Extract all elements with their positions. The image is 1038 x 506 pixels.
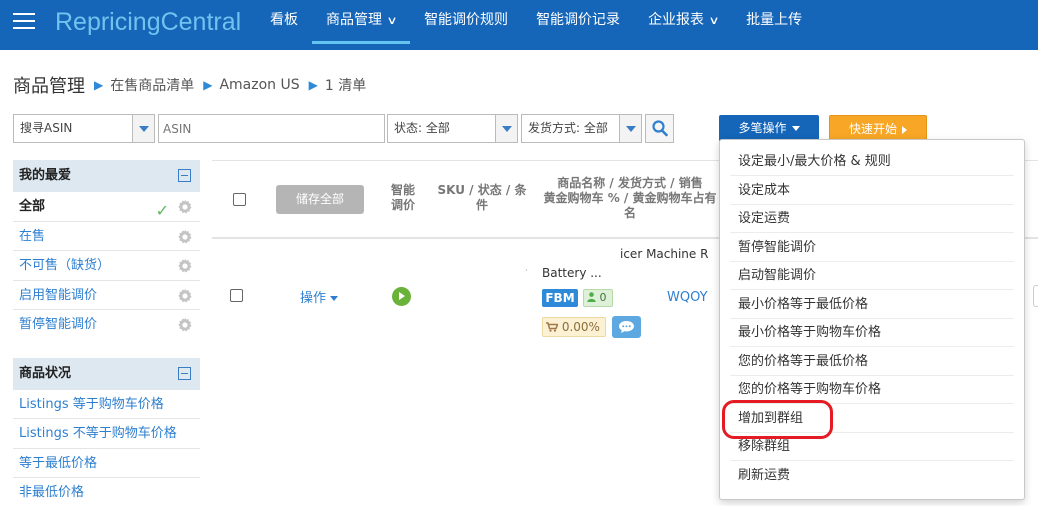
brand-logo[interactable]: RepricingCentral: [55, 8, 241, 37]
menu-item-start-repricing[interactable]: 启动智能调价: [720, 262, 1024, 290]
breadcrumb-item-count: 1 清单: [324, 78, 367, 94]
gear-icon[interactable]: [177, 199, 193, 215]
search-type-select[interactable]: 搜寻ASIN: [13, 114, 155, 143]
menu-item-price-eq-lowest[interactable]: 您的价格等于最低价格: [720, 348, 1024, 376]
message-button[interactable]: [612, 316, 641, 338]
select-all-checkbox[interactable]: [233, 193, 246, 206]
breadcrumb: 商品管理 ▶ 在售商品清单 ▶ Amazon US ▶ 1 清单: [13, 72, 366, 98]
main-nav: 看板 商品管理 ∨ 智能调价规则 智能调价记录 企业报表 ∨ 批量上传: [256, 0, 816, 50]
quick-start-button[interactable]: 快速开始: [829, 115, 927, 142]
shipping-value: 发货方式: 全部: [528, 121, 608, 135]
col-header-sku[interactable]: SKU / 状态 / 条 件: [436, 183, 528, 213]
col-header-product-name[interactable]: 商品名称 / 发货方式 / 销售 黄金购物车 % / 黄金购物车占有 名: [540, 176, 720, 221]
buybox-percentage: 0.00%: [561, 320, 600, 334]
sidebar-item-active[interactable]: 在售: [13, 222, 200, 251]
product-name[interactable]: icer Machine R: [620, 247, 708, 261]
chevron-right-icon: ▶: [308, 78, 318, 92]
sidebar-item-eq-lowest[interactable]: 等于最低价格: [13, 449, 200, 478]
bulk-actions-menu: 设定最小/最大价格 & 规则 设定成本 设定运费 暂停智能调价 启动智能调价 最…: [719, 139, 1025, 500]
chat-bubble-icon: [619, 321, 634, 333]
caret-down-icon: [330, 296, 339, 301]
nav-reports[interactable]: 企业报表 ∨: [634, 0, 732, 46]
row-actions-dropdown[interactable]: 操作: [300, 287, 339, 306]
sku-link[interactable]: WQOY: [667, 290, 708, 305]
sidebar-item-neq-buybox[interactable]: Listings 不等于购物车价格: [13, 419, 200, 449]
chevron-down-icon: ∨: [386, 14, 398, 27]
top-navbar: RepricingCentral 看板 商品管理 ∨ 智能调价规则 智能调价记录 …: [0, 0, 1038, 50]
col-header-smart-repricing[interactable]: 智能 调价: [386, 183, 420, 213]
gear-icon[interactable]: [177, 229, 193, 245]
collapse-icon[interactable]: [178, 366, 191, 380]
chevron-down-icon: ∨: [708, 14, 720, 27]
hamburger-menu-icon[interactable]: [13, 13, 35, 31]
menu-item-refresh-shipping[interactable]: 刷新运费: [720, 462, 1024, 490]
asin-search-input[interactable]: [158, 114, 385, 143]
dropdown-arrow-icon[interactable]: [619, 115, 641, 142]
page-title: 商品管理: [13, 76, 85, 97]
row-input-edge[interactable]: [1033, 285, 1038, 307]
nav-dashboard[interactable]: 看板: [256, 0, 312, 46]
row-checkbox[interactable]: [230, 289, 243, 302]
sidebar-item-not-lowest[interactable]: 非最低价格: [13, 478, 200, 506]
user-icon: [587, 292, 596, 302]
col-header-line: 黄金购物车 % / 黄金购物车占有: [543, 191, 717, 205]
nav-repricing-history[interactable]: 智能调价记录: [522, 0, 634, 46]
search-type-value: 搜寻ASIN: [20, 121, 73, 135]
sidebar-item-all[interactable]: 全部 ✓: [13, 192, 200, 222]
save-all-button[interactable]: 储存全部: [276, 185, 364, 214]
sidebar-item-repricing-paused[interactable]: 暂停智能调价: [13, 310, 200, 340]
breadcrumb-item-marketplace[interactable]: Amazon US: [219, 77, 299, 93]
col-header-line: 名: [623, 206, 636, 220]
seller-count-badge: 0: [583, 289, 613, 307]
status-select[interactable]: 状态: 全部: [387, 114, 518, 143]
sidebar-item-out-of-stock[interactable]: 不可售（缺货）: [13, 251, 200, 281]
menu-item-min-eq-lowest[interactable]: 最小价格等于最低价格: [720, 291, 1024, 319]
chevron-right-icon: ▶: [203, 78, 213, 92]
col-header-line: 商品名称 / 发货方式 / 销售: [557, 176, 703, 190]
sidebar-item-eq-buybox[interactable]: Listings 等于购物车价格: [13, 390, 200, 419]
search-icon: [652, 120, 668, 137]
gear-icon[interactable]: [177, 258, 193, 274]
sidebar-item-repricing-on[interactable]: 启用智能调价: [13, 281, 200, 310]
buybox-percentage-badge: 0.00%: [542, 317, 606, 337]
gear-icon[interactable]: [177, 288, 193, 304]
play-icon[interactable]: [392, 287, 411, 306]
nav-repricing-rules[interactable]: 智能调价规则: [410, 0, 522, 46]
collapse-icon[interactable]: [178, 169, 191, 182]
nav-bulk-upload[interactable]: 批量上传: [732, 0, 816, 46]
menu-item-set-shipping[interactable]: 设定运费: [720, 205, 1024, 233]
dropdown-arrow-icon[interactable]: [495, 115, 517, 142]
nav-product-management[interactable]: 商品管理 ∨: [312, 0, 411, 44]
caret-right-icon: [902, 125, 907, 134]
cart-icon: [546, 322, 559, 332]
highlight-annotation: [722, 400, 833, 439]
fulfillment-badge: FBM: [542, 289, 578, 307]
row-dot: ·: [525, 266, 528, 276]
breadcrumb-item-listings[interactable]: 在售商品清单: [110, 75, 194, 95]
seller-count: 0: [599, 291, 607, 304]
favorites-header: 我的最爱: [13, 160, 200, 192]
gear-icon[interactable]: [177, 317, 193, 333]
search-button[interactable]: [645, 114, 674, 143]
product-status-header: 商品状况: [13, 357, 200, 390]
menu-item-set-min-max-price[interactable]: 设定最小/最大价格 & 规则: [720, 148, 1024, 176]
caret-down-icon: [791, 126, 800, 131]
product-name-second-line: Battery ...: [542, 266, 602, 280]
bulk-actions-button[interactable]: 多笔操作: [719, 115, 819, 142]
sidebar: 我的最爱 全部 ✓ 在售 不可售（缺货） 启用智能调价 暂停智能调价 商品状况 …: [13, 160, 200, 506]
chevron-right-icon: ▶: [94, 78, 104, 92]
menu-item-min-eq-buybox[interactable]: 最小价格等于购物车价格: [720, 319, 1024, 347]
dropdown-arrow-icon[interactable]: [132, 115, 154, 142]
menu-item-set-cost[interactable]: 设定成本: [720, 177, 1024, 205]
status-value: 状态: 全部: [394, 121, 450, 135]
shipping-select[interactable]: 发货方式: 全部: [521, 114, 642, 143]
menu-item-pause-repricing[interactable]: 暂停智能调价: [720, 234, 1024, 262]
